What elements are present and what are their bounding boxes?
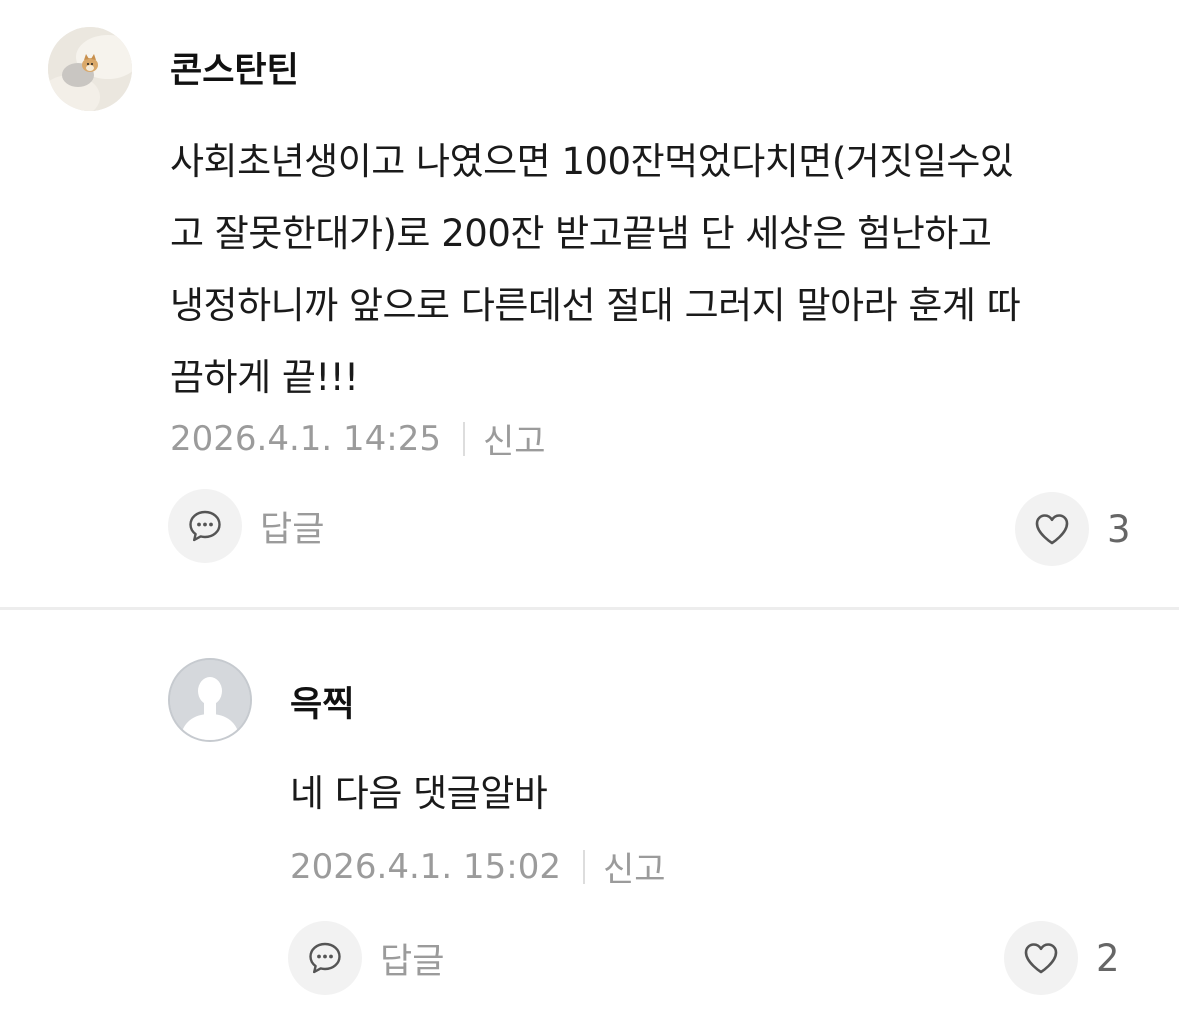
like-button[interactable]: 2 — [1004, 921, 1120, 995]
avatar[interactable] — [168, 658, 252, 742]
user-silhouette-icon — [170, 660, 250, 740]
comment-body-line: 끔하게 끝!!! — [170, 356, 359, 399]
like-button[interactable]: 3 — [1015, 492, 1131, 566]
reply-icon-circle — [288, 921, 362, 995]
reply-button[interactable]: 답글 — [168, 489, 324, 563]
reply-label: 답글 — [380, 941, 445, 982]
comment-username[interactable]: 콘스탄틴 — [170, 42, 299, 93]
speech-bubble-icon — [189, 510, 221, 542]
comment-body: 사회초년생이고 나였으면 100잔먹었다치면(거짓일수있 고 잘못한대가)로 2… — [170, 126, 1150, 414]
comment-timestamp: 2026.4.1. 15:02 — [290, 846, 562, 887]
like-icon-circle — [1004, 921, 1078, 995]
comment-thread: 콘스탄틴 사회초년생이고 나였으면 100잔먹었다치면(거짓일수있 고 잘못한대… — [0, 0, 1179, 1021]
comment-body: 네 다음 댓글알바 — [290, 758, 1130, 830]
comment-meta: 2026.4.1. 15:02 신고 — [290, 842, 666, 891]
report-link[interactable]: 신고 — [603, 842, 666, 891]
comment-body-line: 냉정하니까 앞으로 다른데선 절대 그러지 말아라 훈계 따 — [170, 284, 1021, 327]
comment-meta: 2026.4.1. 14:25 신고 — [170, 414, 546, 463]
comment-body-line: 고 잘못한대가)로 200잔 받고끝냄 단 세상은 험난하고 — [170, 212, 992, 255]
avatar-photo-icon — [48, 27, 132, 111]
heart-outline-icon — [1024, 943, 1058, 974]
like-icon-circle — [1015, 492, 1089, 566]
reply-label: 답글 — [260, 509, 325, 550]
report-link[interactable]: 신고 — [483, 414, 546, 463]
comment-body-line: 네 다음 댓글알바 — [290, 772, 548, 815]
speech-bubble-icon — [309, 942, 341, 974]
reply-icon-circle — [168, 489, 242, 563]
comment-body-line: 사회초년생이고 나였으면 100잔먹었다치면(거짓일수있 — [170, 140, 1014, 183]
like-count: 3 — [1107, 507, 1131, 551]
reply-button[interactable]: 답글 — [288, 921, 444, 995]
comment-timestamp: 2026.4.1. 14:25 — [170, 418, 442, 459]
like-count: 2 — [1096, 936, 1120, 980]
comment-username[interactable]: 윽찍 — [290, 676, 354, 727]
meta-divider — [583, 849, 586, 884]
heart-outline-icon — [1035, 514, 1069, 545]
avatar[interactable] — [48, 27, 132, 111]
reply-comment-item: 윽찍 네 다음 댓글알바 2026.4.1. 15:02 신고 답글 2 — [0, 610, 1179, 1021]
meta-divider — [463, 421, 466, 456]
comment-item: 콘스탄틴 사회초년생이고 나였으면 100잔먹었다치면(거짓일수있 고 잘못한대… — [0, 0, 1179, 608]
